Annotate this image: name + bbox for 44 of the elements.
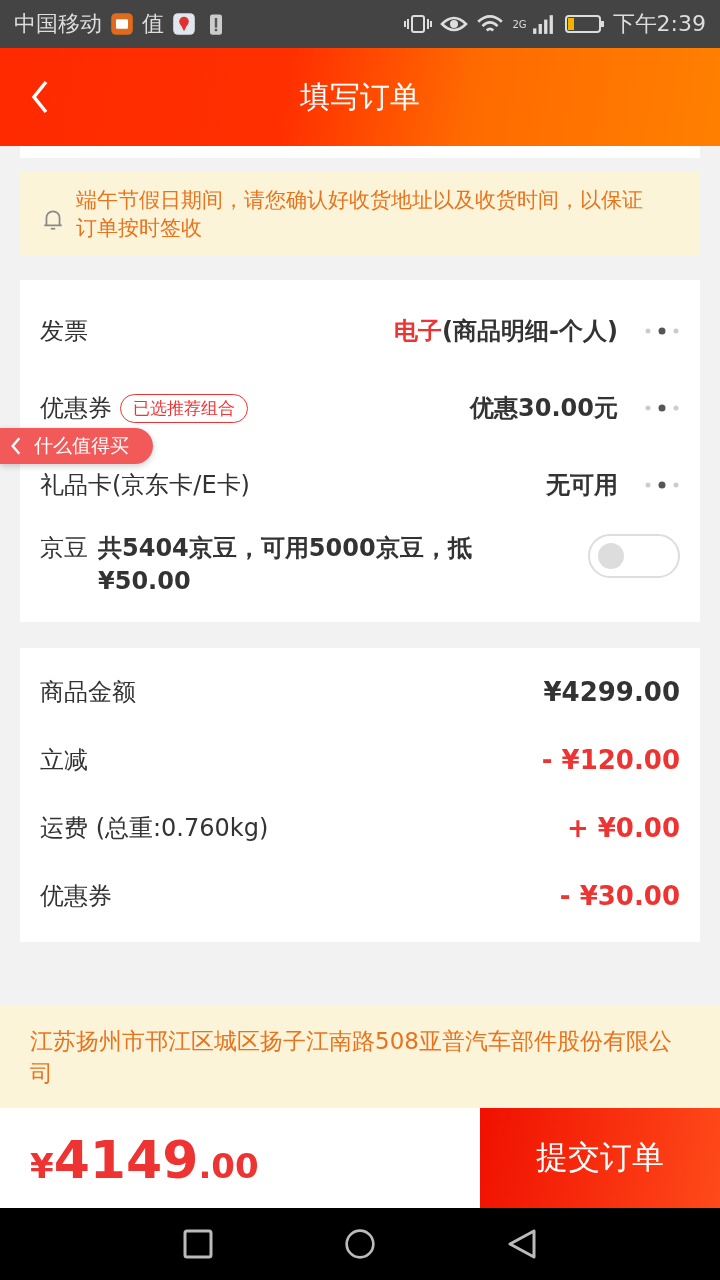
option-value: (商品明细-个人) — [442, 316, 618, 347]
toggle-switch[interactable] — [588, 534, 680, 578]
summary-amount: - ¥120.00 — [541, 745, 680, 775]
map-pin-icon — [172, 12, 196, 36]
vibrate-icon — [404, 13, 433, 35]
carrier-name: 中国移动 — [14, 10, 102, 38]
summary-amount: ¥4299.00 — [543, 677, 680, 707]
notification-glyph: 值 — [142, 10, 164, 38]
more-icon[interactable] — [644, 326, 680, 336]
battery-icon — [564, 13, 605, 35]
option-label: 发票 — [40, 315, 88, 347]
option-value: 无可用 — [546, 470, 618, 501]
option-value: 优惠30.00元 — [470, 393, 618, 424]
more-icon[interactable] — [644, 480, 680, 490]
home-icon[interactable] — [344, 1228, 376, 1260]
notice-text: 端午节假日期间，请您确认好收货地址以及收货时间，以保证订单按时签收 — [76, 187, 644, 242]
network-type: 2G — [512, 19, 527, 30]
bell-icon — [42, 208, 64, 232]
summary-label: 商品金额 — [40, 677, 136, 708]
option-row[interactable]: 发票 电子(商品明细-个人) — [40, 311, 680, 351]
app-notification-icon — [110, 12, 134, 36]
option-label: 礼品卡(京东卡/E卡) — [40, 469, 250, 501]
clock: 下午2:39 — [612, 10, 706, 38]
chevron-left-icon — [10, 436, 22, 456]
summary-amount: + ¥0.00 — [566, 813, 680, 843]
summary-amount: - ¥30.00 — [559, 881, 680, 911]
summary-label: 立减 — [40, 745, 88, 776]
more-icon[interactable] — [644, 403, 680, 413]
option-label: 京豆 — [40, 533, 88, 564]
back-icon[interactable] — [30, 79, 50, 115]
option-row[interactable]: 优惠券 已选推荐组合 优惠30.00元 — [40, 388, 680, 428]
option-value: 共5404京豆，可用5000京豆，抵¥50.00 — [98, 533, 473, 597]
floating-tab-label: 什么值得买 — [34, 433, 129, 458]
recents-icon[interactable] — [182, 1228, 214, 1260]
address-text: 江苏扬州市邗江区城区扬子江南路508亚普汽车部件股份有限公司 — [30, 1028, 672, 1086]
summary-label: 运费 (总重:0.760kg) — [40, 813, 269, 844]
page-title: 填写订单 — [300, 77, 420, 116]
summary-label: 优惠券 — [40, 881, 112, 912]
option-label: 优惠券 — [40, 392, 112, 424]
option-value-highlight: 电子 — [394, 316, 443, 347]
option-row[interactable]: 礼品卡(京东卡/E卡) 无可用 — [40, 465, 680, 505]
total-price: ¥4149.00 — [29, 1129, 260, 1192]
back-nav-icon[interactable] — [506, 1228, 538, 1260]
submit-order-button[interactable]: 提交订单 — [480, 1108, 720, 1208]
